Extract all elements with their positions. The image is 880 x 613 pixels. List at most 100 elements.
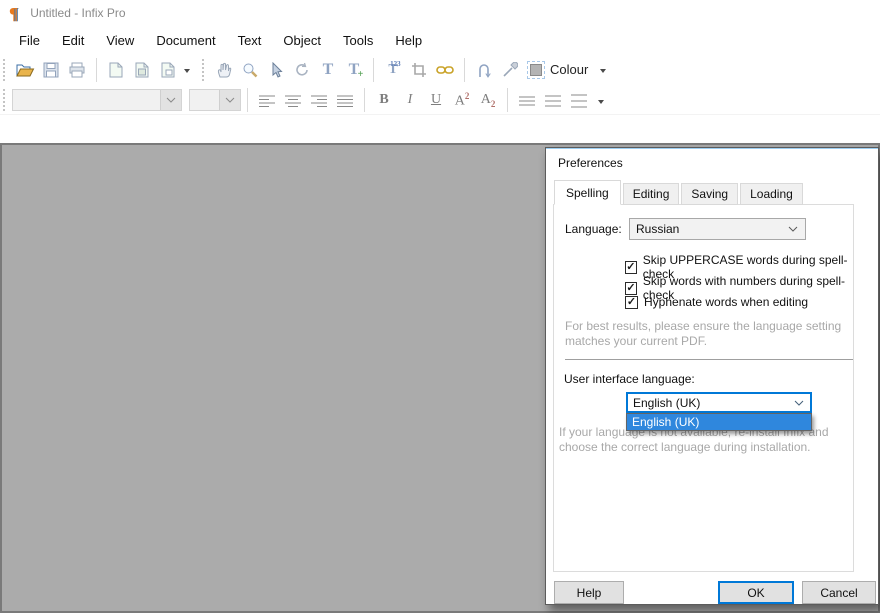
toolbar-text-format: B I U A2 A2: [0, 86, 880, 115]
bold-icon: B: [379, 92, 388, 108]
window-title: Untitled - Infix Pro: [30, 6, 125, 20]
pan-hand-button[interactable]: [211, 57, 237, 83]
menu-edit[interactable]: Edit: [51, 30, 95, 51]
language-combobox[interactable]: Russian: [629, 218, 806, 240]
page-thumb-icon: [161, 62, 175, 78]
page-preview-button[interactable]: [129, 57, 155, 83]
colour-dropdown-caret[interactable]: [600, 69, 606, 76]
eyedropper-button[interactable]: [497, 57, 523, 83]
colour-button[interactable]: Colour: [523, 59, 592, 81]
checkbox-hyphenate[interactable]: ✓ Hyphenate words when editing: [625, 295, 808, 309]
spelling-tab-panel: Language: Russian ✓ Skip UPPERCASE words…: [553, 204, 854, 572]
toolbar-separator: [373, 58, 374, 82]
format-overflow-caret[interactable]: [598, 100, 604, 107]
dialog-title[interactable]: Preferences: [558, 156, 623, 170]
align-right-button[interactable]: [306, 87, 332, 113]
underline-button[interactable]: U: [423, 87, 449, 113]
align-justify-button[interactable]: [332, 87, 358, 113]
menu-tools[interactable]: Tools: [332, 30, 384, 51]
font-name-combobox[interactable]: [12, 89, 182, 111]
toolbar-grip[interactable]: [202, 59, 207, 81]
page-tools-dropdown-caret[interactable]: [184, 69, 190, 76]
subscript-icon: A2: [481, 92, 496, 109]
tab-loading[interactable]: Loading: [740, 183, 803, 205]
cancel-button[interactable]: Cancel: [802, 581, 876, 604]
paragraph-numbering-icon: T123: [388, 62, 397, 78]
menu-text[interactable]: Text: [227, 30, 273, 51]
save-icon: [43, 62, 59, 78]
line-spacing-medium-button[interactable]: [540, 87, 566, 113]
subscript-button[interactable]: A2: [475, 87, 501, 113]
text-tool-button[interactable]: T: [315, 57, 341, 83]
line-spacing-medium-icon: [544, 94, 562, 107]
font-name-dropdown-button[interactable]: [160, 90, 181, 110]
ui-language-combobox[interactable]: English (UK): [626, 392, 812, 413]
menu-document[interactable]: Document: [145, 30, 226, 51]
font-size-dropdown-button[interactable]: [219, 90, 240, 110]
page-thumb-button[interactable]: [155, 57, 181, 83]
bold-button[interactable]: B: [371, 87, 397, 113]
title-bar[interactable]: ¶ Untitled - Infix Pro: [0, 0, 880, 26]
align-left-button[interactable]: [254, 87, 280, 113]
new-page-button[interactable]: [103, 57, 129, 83]
reflow-button[interactable]: [471, 57, 497, 83]
line-spacing-wide-button[interactable]: [566, 87, 592, 113]
underline-icon: U: [431, 92, 441, 108]
ok-button[interactable]: OK: [718, 581, 794, 604]
paragraph-numbering-button[interactable]: T123: [380, 57, 406, 83]
menu-help[interactable]: Help: [384, 30, 433, 51]
text-plus-button[interactable]: T+: [341, 57, 367, 83]
line-spacing-wide-icon: [570, 93, 588, 108]
italic-button[interactable]: I: [397, 87, 423, 113]
link-button[interactable]: [432, 57, 458, 83]
pan-hand-icon: [216, 62, 232, 78]
line-spacing-tight-button[interactable]: [514, 87, 540, 113]
align-center-button[interactable]: [280, 87, 306, 113]
font-size-combobox[interactable]: [189, 89, 241, 111]
tab-saving[interactable]: Saving: [681, 183, 738, 205]
tab-spelling[interactable]: Spelling: [554, 180, 621, 205]
crop-icon: [411, 62, 427, 78]
text-plus-icon: T+: [349, 61, 360, 79]
print-button[interactable]: [64, 57, 90, 83]
preferences-dialog: Preferences Spelling Editing Saving Load…: [545, 147, 879, 605]
toolbar-separator: [96, 58, 97, 82]
text-tool-icon: T: [323, 61, 334, 79]
language-note: For best results, please ensure the lang…: [565, 319, 857, 349]
open-button[interactable]: [12, 57, 38, 83]
tab-editing[interactable]: Editing: [623, 183, 680, 205]
checkbox-check-icon: ✓: [625, 261, 637, 274]
colour-button-label: Colour: [550, 62, 588, 77]
open-icon: [15, 62, 35, 78]
page-preview-icon: [135, 62, 149, 78]
app-window: ¶ Untitled - Infix Pro File Edit View Do…: [0, 0, 880, 613]
align-left-icon: [258, 94, 276, 107]
italic-icon: I: [408, 92, 413, 108]
menu-file[interactable]: File: [8, 30, 51, 51]
help-button[interactable]: Help: [554, 581, 624, 604]
ui-language-value: English (UK): [633, 396, 794, 410]
select-button[interactable]: [263, 57, 289, 83]
crop-button[interactable]: [406, 57, 432, 83]
rotate-button[interactable]: [289, 57, 315, 83]
align-justify-icon: [336, 94, 354, 107]
new-page-icon: [109, 62, 123, 78]
menu-object[interactable]: Object: [272, 30, 332, 51]
superscript-button[interactable]: A2: [449, 87, 475, 113]
preferences-tabs: Spelling Editing Saving Loading: [554, 182, 805, 205]
rotate-icon: [294, 62, 310, 78]
toolbar-grip[interactable]: [3, 59, 8, 81]
dropdown-option-english-uk[interactable]: English (UK): [627, 414, 811, 430]
print-icon: [68, 62, 86, 78]
chevron-down-icon: [794, 400, 804, 406]
toolbar-grip[interactable]: [3, 89, 8, 111]
toolbar-separator: [464, 58, 465, 82]
toolbar-separator: [364, 88, 365, 112]
menu-view[interactable]: View: [95, 30, 145, 51]
infix-logo-icon: ¶: [9, 5, 18, 22]
save-button[interactable]: [38, 57, 64, 83]
line-spacing-tight-icon: [518, 95, 536, 106]
align-center-icon: [284, 94, 302, 107]
zoom-button[interactable]: [237, 57, 263, 83]
toolbar-separator: [247, 88, 248, 112]
